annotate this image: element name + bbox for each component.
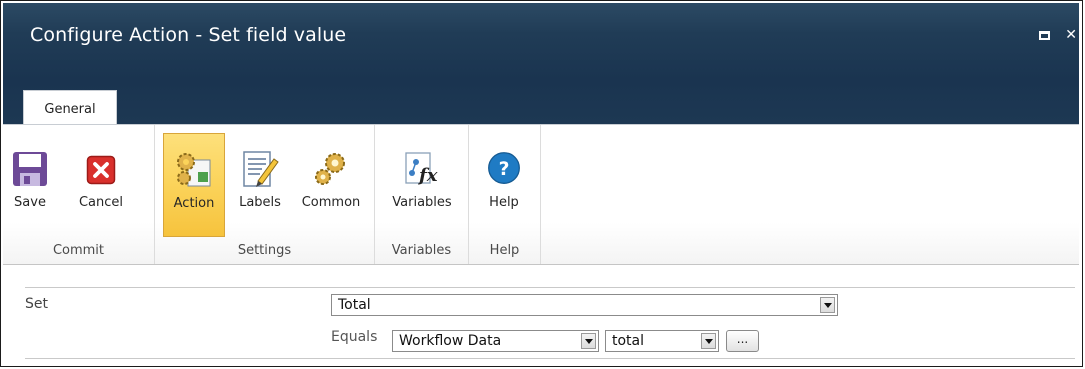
form-divider-top <box>25 287 1075 288</box>
field-select[interactable]: total <box>605 330 719 352</box>
labels-label: Labels <box>239 195 281 210</box>
chevron-down-icon[interactable] <box>581 333 596 349</box>
dialog-title: Configure Action - Set field value <box>30 24 347 46</box>
help-icon: ? <box>488 152 520 184</box>
set-field-select[interactable]: Total <box>331 294 838 316</box>
ribbon: Save Cancel Commit Action Labels Common … <box>3 124 1079 265</box>
labels-button[interactable]: Labels <box>229 133 291 237</box>
common-label: Common <box>301 195 361 210</box>
action-gears-icon <box>177 153 211 187</box>
cancel-icon <box>86 155 116 185</box>
common-gears-icon <box>315 153 345 185</box>
chevron-down-icon[interactable] <box>820 297 835 313</box>
group-label-help: Help <box>489 243 520 258</box>
help-button[interactable]: ? Help <box>475 133 533 237</box>
ribbon-group-commit: Save Cancel Commit <box>3 125 155 264</box>
save-icon <box>13 152 47 186</box>
lookup-button[interactable]: ... <box>726 330 759 352</box>
save-label: Save <box>14 195 46 210</box>
cancel-label: Cancel <box>78 195 124 210</box>
equals-label: Equals <box>331 329 378 345</box>
set-label: Set <box>25 296 48 312</box>
title-bar: Configure Action - Set field value ✕ <box>3 3 1079 80</box>
cancel-button[interactable]: Cancel <box>53 133 149 237</box>
source-select[interactable]: Workflow Data <box>392 330 599 352</box>
ribbon-group-help: ? Help Help <box>469 125 541 264</box>
maximize-icon[interactable] <box>1039 30 1051 40</box>
ribbon-group-settings: Action Labels Common Settings <box>155 125 375 264</box>
close-icon[interactable]: ✕ <box>1065 27 1077 43</box>
field-value: total <box>612 333 645 349</box>
group-label-settings: Settings <box>237 243 292 258</box>
help-label: Help <box>489 195 519 210</box>
labels-icon <box>243 151 279 187</box>
variables-button[interactable]: fx Variables <box>381 133 463 237</box>
group-label-variables: Variables <box>391 243 452 258</box>
ribbon-group-variables: fx Variables Variables <box>375 125 469 264</box>
window-controls: ✕ <box>1029 27 1077 43</box>
ribbon-tab-strip <box>3 80 1079 124</box>
save-button[interactable]: Save <box>7 133 53 237</box>
tab-general[interactable]: General <box>23 90 117 126</box>
source-value: Workflow Data <box>399 333 502 349</box>
action-label: Action <box>173 196 215 211</box>
variables-fx-icon: fx <box>405 152 438 186</box>
variables-label: Variables <box>392 195 452 210</box>
chevron-down-icon[interactable] <box>701 333 716 349</box>
set-field-value: Total <box>338 297 371 313</box>
group-label-commit: Commit <box>52 243 105 258</box>
common-button[interactable]: Common <box>293 133 369 237</box>
svg-text:?: ? <box>499 159 510 180</box>
svg-text:fx: fx <box>417 165 438 186</box>
form-divider-bottom <box>25 358 1075 359</box>
action-button[interactable]: Action <box>163 133 225 237</box>
